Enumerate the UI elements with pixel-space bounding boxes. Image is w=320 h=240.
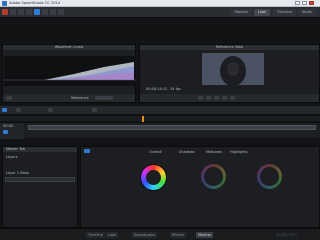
timeline-ruler [0,115,320,122]
status-bar: Timeline Look SpeedLooks Effects Monitor… [0,228,320,240]
video-frame [202,53,264,85]
main-toolbar: Monitor Look Timeline Shots [0,7,320,18]
window-title: Adobe SpeedGrade CC 2014 [9,1,61,5]
step-forward-icon[interactable] [222,96,227,100]
step-back-icon[interactable] [206,96,211,100]
wheel-label-midtones: Midtones [206,150,222,154]
shadows-color-wheel[interactable] [201,164,226,189]
status-tab-speedlooks[interactable]: SpeedLooks [132,232,157,238]
track-header: 00:00 [0,123,24,139]
wheel-label-shadows: Shadows [179,150,195,154]
timeline-label: 00:00 [3,124,14,128]
timecode-fps: 24 fps [170,87,181,91]
clip[interactable] [28,125,316,130]
title-bar: Adobe SpeedGrade CC 2014 [0,0,320,7]
scopes-title: Waveform Luma [3,45,135,50]
app-icon [2,1,7,6]
layer-row[interactable] [5,177,75,182]
timeline-zoom-icon[interactable] [48,108,53,112]
grid-icon[interactable] [58,9,64,15]
timecode: 00:00:14:12 [146,87,168,91]
tab-monitor[interactable]: Monitor [231,9,253,16]
open-icon[interactable] [10,9,16,15]
settings-icon[interactable] [42,9,48,15]
redo-icon[interactable] [34,9,40,15]
look-panel-title: Master Tab [3,147,77,152]
transport-controls [140,94,319,102]
overall-color-wheel[interactable] [140,164,167,191]
tab-shots[interactable]: Shots [298,9,316,16]
scopes-panel: Waveform Luma Reference [2,44,136,103]
status-tab-look[interactable]: Look [106,232,119,238]
minimize-button[interactable] [295,1,300,5]
tab-timeline[interactable]: Timeline [273,9,296,16]
timeline-snap-icon[interactable] [92,108,97,112]
monitor-panel: Reference View 00:00:14:12 24 fps [139,44,320,103]
shadows-wheel-center [204,167,223,186]
undo-icon[interactable] [26,9,32,15]
layout-icon[interactable] [50,9,56,15]
go-to-start-icon[interactable] [198,96,203,100]
save-icon[interactable] [18,9,24,15]
wheel-label-overall: Overall [149,150,162,154]
record-icon[interactable] [2,9,8,15]
layers-header: Layers [6,155,18,159]
highlights-color-wheel[interactable] [257,164,282,189]
go-to-end-icon[interactable] [230,96,235,100]
waveform-scope [4,56,136,86]
watermark: lynda.com [276,232,297,237]
timeline-add-icon[interactable] [2,108,7,112]
scope-mode-button[interactable] [6,96,12,100]
scopes-controls: Reference [3,94,135,102]
close-button[interactable] [309,1,314,5]
status-tab-timeline[interactable]: Timeline [86,232,105,238]
track-toggle-icon[interactable] [3,130,8,134]
color-wheels-panel: Overall Shadows Midtones Highlights [80,146,320,228]
look-panel: Master Tab Layers Layer 1 Base [2,146,78,228]
tab-look[interactable]: Look [254,9,271,16]
overall-wheel-center [146,170,161,185]
status-tab-effects[interactable]: Effects [170,232,186,238]
timeline-track: 00:00 [0,122,320,139]
status-tab-monitor[interactable]: Monitor [196,232,214,238]
wheel-mode-tab[interactable] [84,149,90,153]
highlights-wheel-center [260,167,279,186]
timeline-toolbar [0,106,320,114]
layer-name: Layer 1 Base [6,171,29,175]
timeline-tool-icon[interactable] [16,108,21,112]
maximize-button[interactable] [302,1,307,5]
monitor-title: Reference View [140,45,319,50]
play-icon[interactable] [214,96,219,100]
scope-zoom-label: Reference [71,96,89,100]
wheel-label-highlights: Highlights [230,150,248,154]
scope-dropdown[interactable] [95,96,113,100]
